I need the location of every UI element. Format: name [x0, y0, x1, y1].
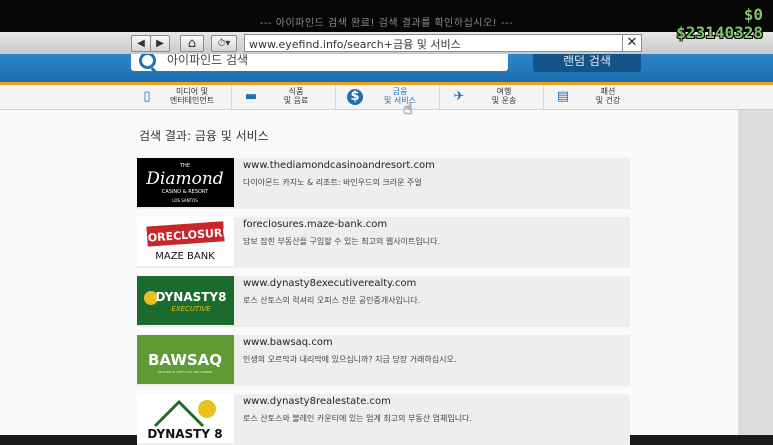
hand-cursor-icon: ☝ [403, 99, 413, 118]
history-button[interactable]: ⏱▾ [211, 35, 237, 52]
close-icon[interactable]: ✕ [622, 35, 641, 51]
result-item[interactable]: FORECLOSURE MAZE BANK foreclosures.maze-… [137, 217, 630, 268]
category-label: 금융 및 서비스 [384, 87, 416, 105]
money-display: $0 $23140328 [676, 6, 763, 42]
forward-button[interactable]: ▶ [150, 35, 170, 52]
eyefind-header: 아이파인드 검색 랜덤 검색 [0, 54, 773, 82]
bank-amount: $23140328 [676, 23, 763, 42]
browser-toolbar: ◀ ▶ ⌂ ⏱▾ www.eyefind.info/search+금융 및 서비… [0, 32, 773, 55]
category-label: 패션 및 건강 [595, 87, 621, 105]
back-icon: ◀ [137, 38, 145, 49]
result-description: 로스 산토스의 럭셔리 오피스 전문 공인중개사입니다. [243, 296, 421, 305]
result-description: 로스 산토스와 블레인 카운티에 있는 업계 최고의 부동산 업체입니다. [243, 414, 472, 423]
search-icon [139, 54, 156, 69]
shopping-bag-icon: ▤ [556, 89, 570, 104]
results-title: 검색 결과: 금융 및 서비스 [139, 129, 269, 143]
address-bar[interactable]: www.eyefind.info/search+금융 및 서비스 ✕ [244, 34, 642, 52]
chevron-down-icon: ▾ [225, 38, 231, 49]
category-label: 여행 및 운송 [491, 87, 517, 105]
category-food[interactable]: ▬ 식품 및 음료 [231, 85, 336, 109]
random-search-button[interactable]: 랜덤 검색 [533, 54, 641, 72]
result-item[interactable]: DYNASTY 8 www.dynasty8realestate.com 로스 … [137, 394, 630, 445]
category-finance[interactable]: $ 금융 및 서비스 [335, 85, 440, 109]
category-travel[interactable]: ✈ 여행 및 운송 [439, 85, 544, 109]
dollar-icon: $ [347, 89, 363, 105]
airplane-icon: ✈ [453, 89, 465, 104]
hud-bar: --- 아이파인드 검색 완료! 검색 결과를 확인하십시오! --- [0, 0, 773, 32]
home-button[interactable]: ⌂ [180, 35, 204, 52]
logo-text-line2: DEALING IN LIFE'S UPS AND DOWNS [158, 370, 213, 374]
diamond-casino-logo[interactable]: THE Diamond CASINO & RESORT LOS SANTOS [137, 158, 234, 207]
dynasty8-realestate-logo[interactable]: DYNASTY 8 [137, 394, 234, 443]
result-url[interactable]: www.dynasty8executiverealty.com [243, 278, 416, 289]
food-icon: ▬ [244, 89, 258, 104]
phone-icon: ▯ [143, 89, 151, 104]
bawsaq-logo[interactable]: BAWSAQ DEALING IN LIFE'S UPS AND DOWNS [137, 335, 234, 384]
category-bar: ▯ 미디어 및 엔터테인먼트 ▬ 식품 및 음료 $ 금융 및 서비스 ✈ 여행… [0, 85, 773, 110]
results-page: 검색 결과: 금융 및 서비스 THE Diamond CASINO & RES… [0, 110, 738, 445]
home-icon: ⌂ [187, 36, 197, 51]
maze-bank-foreclosure-logo[interactable]: FORECLOSURE MAZE BANK [137, 217, 234, 266]
search-input[interactable]: 아이파인드 검색 [131, 54, 508, 71]
result-url[interactable]: www.dynasty8realestate.com [243, 396, 391, 407]
category-label: 미디어 및 엔터테인먼트 [169, 87, 215, 105]
forward-icon: ▶ [156, 38, 164, 49]
search-complete-notice: --- 아이파인드 검색 완료! 검색 결과를 확인하십시오! --- [259, 18, 514, 29]
logo-text-line1: DYNASTY8 [156, 290, 227, 304]
logo-text-line1: BAWSAQ [148, 351, 222, 369]
address-text[interactable]: www.eyefind.info/search+금융 및 서비스 [249, 36, 461, 52]
scrollbar[interactable] [738, 110, 773, 435]
category-media[interactable]: ▯ 미디어 및 엔터테인먼트 [127, 85, 232, 109]
dynasty8-executive-logo[interactable]: DYNASTY8 EXECUTIVE [137, 276, 234, 325]
result-url[interactable]: www.thediamondcasinoandresort.com [243, 160, 435, 171]
logo-text-line1: DYNASTY 8 [147, 427, 222, 441]
result-description: 인생의 오르막과 내리막에 있으십니까? 지금 당장 거래하십시오. [243, 355, 457, 364]
category-fashion[interactable]: ▤ 패션 및 건강 [543, 85, 647, 109]
cash-amount: $0 [743, 5, 763, 24]
logo-text-line2: EXECUTIVE [171, 305, 211, 313]
logo-text-line2: MAZE BANK [155, 251, 215, 262]
result-description: 다이아몬드 카지노 & 리조트: 바인우드의 크라운 주얼 [243, 178, 422, 187]
back-button[interactable]: ◀ [131, 35, 151, 52]
result-item[interactable]: BAWSAQ DEALING IN LIFE'S UPS AND DOWNS w… [137, 335, 630, 386]
result-url[interactable]: www.bawsaq.com [243, 337, 333, 348]
logo-text-line3: CASINO & RESORT [162, 189, 209, 195]
result-url[interactable]: foreclosures.maze-bank.com [243, 219, 387, 230]
result-item[interactable]: THE Diamond CASINO & RESORT LOS SANTOS w… [137, 158, 630, 209]
logo-text-line2: Diamond [145, 169, 224, 189]
category-label: 식품 및 음료 [283, 87, 309, 105]
search-query[interactable]: 아이파인드 검색 [167, 54, 248, 68]
result-description: 담보 잡힌 부동산을 구입할 수 있는 최고의 웹사이트입니다. [243, 237, 440, 246]
logo-text-line4: LOS SANTOS [172, 198, 198, 203]
result-item[interactable]: DYNASTY8 EXECUTIVE www.dynasty8executive… [137, 276, 630, 327]
